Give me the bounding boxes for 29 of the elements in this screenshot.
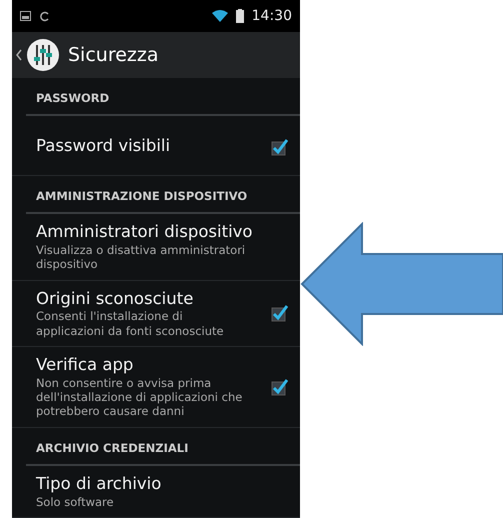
checkbox[interactable] [270, 378, 288, 396]
picture-icon [20, 11, 31, 21]
section-header: PASSWORD [26, 78, 300, 116]
setting-title: Password visibili [36, 136, 172, 157]
back-caret-icon [16, 49, 22, 61]
setting-summary: Visualizza o disattiva amministratori dispositivo [36, 242, 246, 272]
setting-summary: Solo software [36, 494, 115, 509]
setting-title: Amministratori dispositivo [36, 222, 254, 243]
clock-time: 14:30 [252, 6, 292, 26]
settings-row[interactable]: Origini sconosciute Consenti l'installazione di applicazioni da fonti sconosciute [12, 280, 300, 347]
setting-summary: Consenti l'installazione di applicazioni da fonti sconosciute [36, 309, 225, 338]
sliders-icon [26, 38, 60, 72]
checkbox[interactable] [270, 304, 288, 322]
up-button[interactable] [16, 38, 60, 72]
section-header: AMMINISTRAZIONE DISPOSITIVO [26, 176, 300, 214]
checkbox[interactable] [270, 138, 288, 156]
wifi-icon [212, 10, 228, 22]
settings-row[interactable]: Tipo di archivio Solo software [12, 466, 300, 518]
setting-title: Tipo di archivio [36, 474, 162, 494]
settings-row[interactable]: Verifica app Non consentire o avvisa prima dell'installazione di applicazioni che potrebbero causare danni [12, 346, 300, 428]
settings-row[interactable]: Amministratori dispositivo Visualizza o disattiva amministratori dispositivo [12, 214, 300, 280]
settings-row[interactable]: Password visibili [12, 116, 300, 176]
setting-title: Verifica app [36, 354, 134, 376]
setting-summary: Non consentire o avvisa prima dell'installazione di applicazioni che potrebbero causare danni [36, 376, 244, 419]
screen-title: Sicurezza [68, 42, 159, 68]
sync-icon [39, 10, 50, 22]
battery-icon [236, 9, 244, 23]
setting-title: Origini sconosciute [36, 288, 194, 310]
section-header: ARCHIVIO CREDENZIALI [26, 428, 300, 466]
